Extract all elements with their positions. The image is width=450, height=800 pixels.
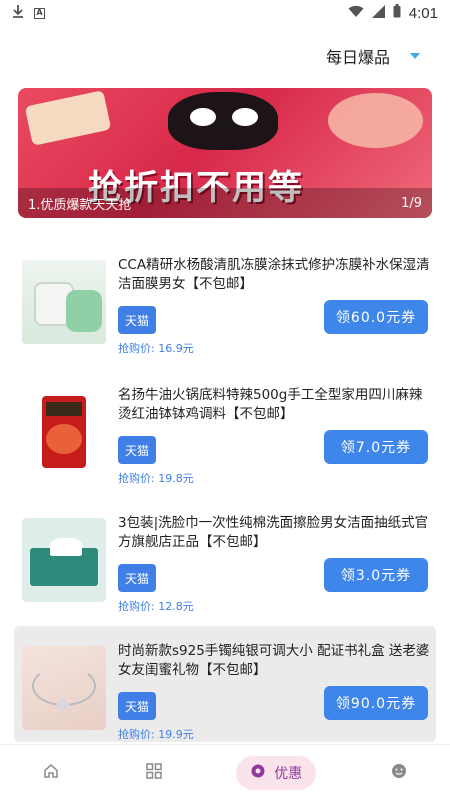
get-coupon-button[interactable]: 领60.0元券 bbox=[324, 300, 428, 334]
shop-tag: 天猫 bbox=[118, 306, 156, 334]
product-thumbnail[interactable] bbox=[22, 518, 106, 602]
category-filter-dropdown[interactable]: 每日爆品 bbox=[326, 44, 420, 68]
product-card[interactable]: 名扬牛油火锅底料特辣500g手工全型家用四川麻辣烫红油钵钵鸡调料【不包邮】 天猫… bbox=[14, 370, 436, 485]
get-coupon-button[interactable]: 领90.0元券 bbox=[324, 686, 428, 720]
product-card[interactable]: CCA精研水杨酸清肌冻膜涂抹式修护冻膜补水保湿清洁面膜男女【不包邮】 天猫 抢购… bbox=[14, 240, 436, 355]
product-price: 抢购价: 16.9元 bbox=[118, 342, 194, 355]
product-price: 抢购价: 19.9元 bbox=[118, 728, 194, 741]
nav-discount-label: 优惠 bbox=[274, 765, 303, 782]
clock: 4:01 bbox=[408, 4, 438, 22]
bottom-nav: 优惠 bbox=[0, 744, 450, 800]
banner-caption: 1.优质爆款天天抢 bbox=[28, 197, 132, 213]
tmall-cat-icon bbox=[168, 92, 278, 150]
chevron-down-icon bbox=[410, 53, 420, 59]
nav-discount[interactable]: 优惠 bbox=[236, 755, 317, 790]
get-coupon-button[interactable]: 领7.0元券 bbox=[324, 430, 428, 464]
product-thumbnail[interactable] bbox=[22, 646, 106, 730]
bag-label-decor bbox=[46, 402, 82, 416]
product-title[interactable]: 时尚新款s925手镯纯银可调大小 配证书礼盒 送老婆女友闺蜜礼物【不包邮】 bbox=[118, 642, 432, 680]
product-title[interactable]: 3包装|洗脸巾一次性纯棉洗面擦脸男女洁面抽纸式官方旗舰店正品【不包邮】 bbox=[118, 514, 432, 552]
product-thumbnail[interactable] bbox=[22, 390, 106, 474]
bag-food-decor bbox=[46, 424, 82, 454]
banner-decor-blob bbox=[328, 93, 423, 148]
product-title[interactable]: CCA精研水杨酸清肌冻膜涂抹式修护冻膜补水保湿清洁面膜男女【不包邮】 bbox=[118, 256, 432, 294]
promo-banner[interactable]: 抢折扣不用等 1.优质爆款天天抢 1/9 bbox=[18, 88, 432, 218]
shop-tag: 天猫 bbox=[118, 564, 156, 592]
nav-categories[interactable] bbox=[134, 756, 174, 790]
app-a-icon: A bbox=[34, 7, 45, 19]
nav-home[interactable] bbox=[31, 756, 71, 790]
grid-icon bbox=[146, 762, 162, 783]
nav-profile[interactable] bbox=[379, 756, 419, 790]
status-bar: A 4:01 bbox=[0, 0, 450, 26]
shop-tag: 天猫 bbox=[118, 692, 156, 720]
banner-cat-eye-left bbox=[190, 108, 216, 126]
wifi-icon bbox=[348, 5, 364, 22]
download-icon bbox=[12, 4, 24, 22]
banner-caption-bar: 1.优质爆款天天抢 1/9 bbox=[18, 188, 432, 218]
banner-page-indicator: 1/9 bbox=[401, 195, 422, 211]
tissue-sheet-decor bbox=[50, 538, 82, 556]
signal-icon bbox=[371, 4, 385, 22]
product-title[interactable]: 名扬牛油火锅底料特辣500g手工全型家用四川麻辣烫红油钵钵鸡调料【不包邮】 bbox=[118, 386, 432, 424]
face-mask-lid-icon bbox=[66, 290, 102, 332]
filter-label: 每日爆品 bbox=[325, 48, 390, 67]
product-price: 抢购价: 19.8元 bbox=[118, 472, 194, 485]
product-card[interactable]: 时尚新款s925手镯纯银可调大小 配证书礼盒 送老婆女友闺蜜礼物【不包邮】 天猫… bbox=[14, 626, 436, 742]
product-card[interactable]: 3包装|洗脸巾一次性纯棉洗面擦脸男女洁面抽纸式官方旗舰店正品【不包邮】 天猫 抢… bbox=[14, 498, 436, 613]
product-thumbnail[interactable] bbox=[22, 260, 106, 344]
banner-cat-eye-right bbox=[232, 108, 258, 126]
product-price: 抢购价: 12.8元 bbox=[118, 600, 194, 613]
battery-icon bbox=[393, 4, 401, 22]
get-coupon-button[interactable]: 领3.0元券 bbox=[324, 558, 428, 592]
discount-icon bbox=[250, 763, 266, 783]
shop-tag: 天猫 bbox=[118, 436, 156, 464]
banner-decor-box bbox=[24, 90, 112, 146]
profile-icon bbox=[391, 763, 407, 783]
home-icon bbox=[43, 763, 59, 783]
